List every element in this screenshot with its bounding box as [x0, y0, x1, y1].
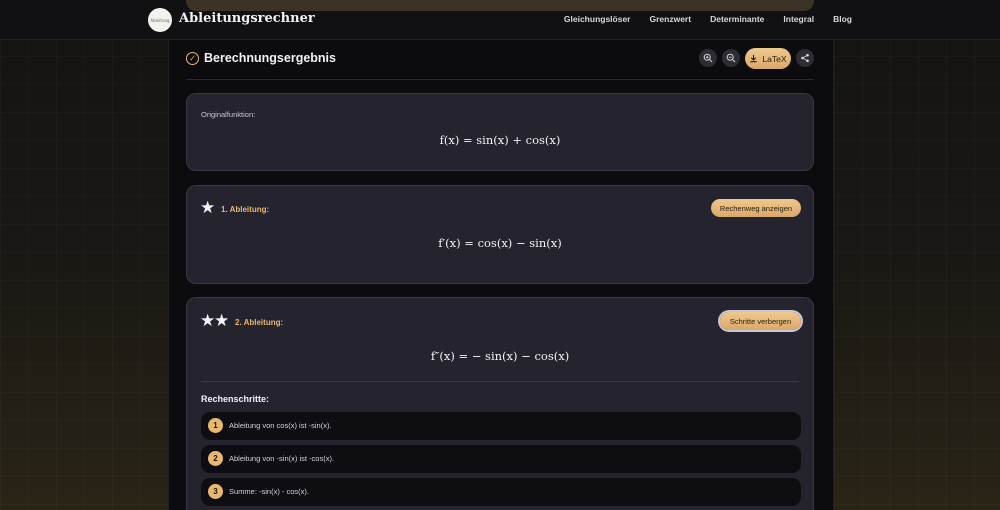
original-function-label: Originalfunktion: [201, 110, 256, 119]
latex-download-button[interactable]: LaTeX [745, 48, 791, 69]
nav-gleichungsloeser[interactable]: Gleichungslöser [564, 14, 631, 24]
background-left [0, 0, 168, 510]
original-function-card: Originalfunktion: f(x) = sin(x) + cos(x) [186, 93, 814, 171]
zoom-out-icon [726, 53, 736, 63]
second-derivative-formula: f″(x) = − sin(x) − cos(x) [430, 349, 570, 363]
previous-card-edge [186, 0, 814, 11]
step-item: 3 Summe: -sin(x) - cos(x). [201, 478, 801, 506]
first-derivative-formula: f′(x) = cos(x) − sin(x) [438, 236, 562, 250]
star-icon: ★ [200, 311, 216, 331]
zoom-out-button[interactable] [722, 49, 740, 67]
divider [201, 381, 799, 382]
step-number: 3 [208, 484, 223, 499]
step-text: Ableitung von -sin(x) ist -cos(x). [229, 454, 335, 463]
step-number: 2 [208, 451, 223, 466]
latex-label: LaTeX [762, 53, 787, 64]
second-derivative-card: ★ ★ 2. Ableitung: Schritte verbergen f″(… [186, 297, 814, 510]
step-number: 1 [208, 418, 223, 433]
main-nav: Gleichungslöser Grenzwert Determinante I… [564, 14, 852, 24]
result-header: ✓ Berechnungsergebnis LaTeX [186, 48, 814, 80]
download-icon [750, 54, 758, 63]
zoom-in-button[interactable] [699, 49, 717, 67]
site-logo[interactable]: Ableitung [148, 8, 172, 32]
star-icon: ★ [200, 198, 216, 218]
check-circle-icon: ✓ [186, 52, 199, 65]
star-icon: ★ [214, 311, 230, 331]
step-text: Summe: -sin(x) - cos(x). [229, 487, 310, 496]
hide-steps-button[interactable]: Schritte verbergen [720, 312, 801, 330]
zoom-in-icon [703, 53, 713, 63]
share-button[interactable] [796, 49, 814, 67]
steps-title: Rechenschritte: [201, 394, 270, 404]
nav-blog[interactable]: Blog [833, 14, 852, 24]
share-icon [801, 53, 809, 63]
logo-text: Ableitung [150, 17, 170, 23]
original-function-formula: f(x) = sin(x) + cos(x) [439, 133, 561, 147]
step-text: Ableitung von cos(x) ist -sin(x). [229, 421, 332, 430]
step-item: 1 Ableitung von cos(x) ist -sin(x). [201, 412, 801, 440]
first-derivative-label: 1. Ableitung: [221, 205, 270, 214]
result-title: Berechnungsergebnis [204, 51, 336, 65]
show-steps-button[interactable]: Rechenweg anzeigen [711, 199, 801, 217]
first-derivative-card: ★ 1. Ableitung: Rechenweg anzeigen f′(x)… [186, 185, 814, 284]
nav-grenzwert[interactable]: Grenzwert [650, 14, 692, 24]
nav-integral[interactable]: Integral [783, 14, 814, 24]
brand-name[interactable]: Ableitungsrechner [179, 11, 315, 26]
nav-determinante[interactable]: Determinante [710, 14, 764, 24]
step-item: 2 Ableitung von -sin(x) ist -cos(x). [201, 445, 801, 473]
background-right [834, 0, 1000, 510]
second-derivative-label: 2. Ableitung: [235, 318, 284, 327]
